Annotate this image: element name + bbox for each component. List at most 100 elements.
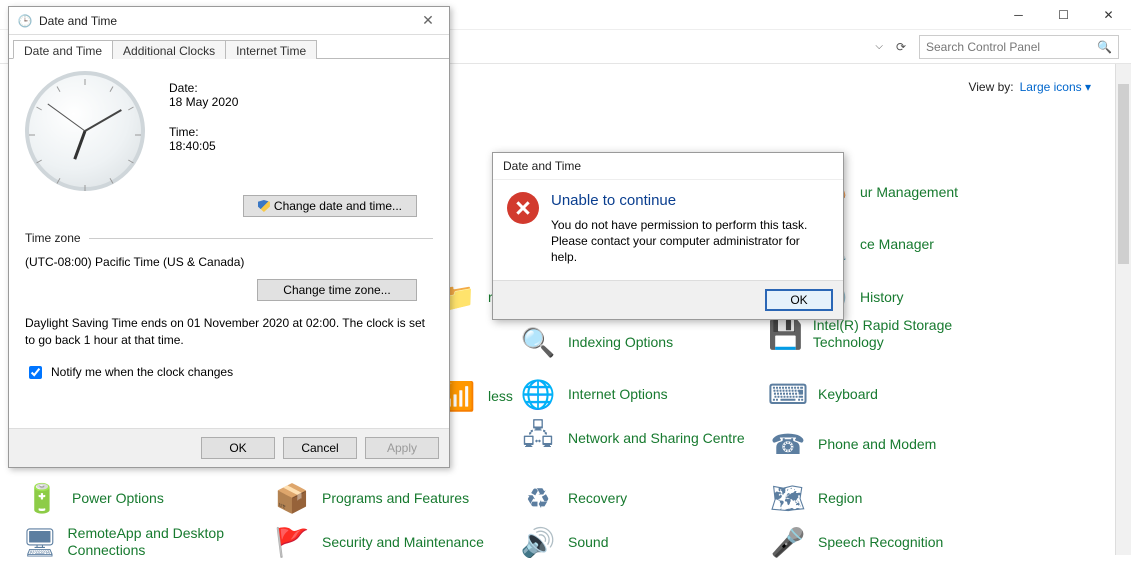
cp-item-label: Recovery bbox=[568, 490, 627, 507]
err-body: Unable to continue You do not have permi… bbox=[493, 180, 843, 280]
err-ok-button[interactable]: OK bbox=[765, 289, 833, 311]
cp-item-icon: 🔊 bbox=[518, 522, 558, 562]
cp-item[interactable]: 🎨ur Management bbox=[810, 172, 1040, 212]
cp-item-icon: 🔋 bbox=[22, 478, 62, 518]
cp-item[interactable]: ☎ Phone and Modem bbox=[768, 424, 998, 464]
error-icon bbox=[507, 192, 539, 224]
cp-item-label: Power Options bbox=[72, 490, 164, 507]
dt-ok-button[interactable]: OK bbox=[201, 437, 275, 459]
notify-checkbox[interactable] bbox=[29, 366, 42, 379]
dt-info: Date: 18 May 2020 Time: 18:40:05 bbox=[169, 71, 238, 191]
time-value: 18:40:05 bbox=[169, 139, 238, 153]
cp-item[interactable]: 💾 Intel(R) Rapid Storage Technology bbox=[768, 314, 998, 354]
cp-item-label: Indexing Options bbox=[568, 334, 673, 351]
cp-item[interactable]: 🔍 Indexing Options bbox=[518, 322, 748, 362]
err-footer: OK bbox=[493, 280, 843, 319]
date-time-dialog: 🕒 Date and Time ✕ Date and Time Addition… bbox=[8, 6, 450, 468]
maximize-button[interactable]: ☐ bbox=[1041, 0, 1086, 29]
dt-apply-button: Apply bbox=[365, 437, 439, 459]
err-line1: You do not have permission to perform th… bbox=[551, 217, 829, 233]
cp-item-label: Intel(R) Rapid Storage Technology bbox=[813, 317, 998, 351]
tab-internet-time[interactable]: Internet Time bbox=[225, 40, 317, 59]
cp-item-label: Keyboard bbox=[818, 386, 878, 403]
cp-item[interactable]: 🌐 Internet Options bbox=[518, 374, 748, 414]
notify-checkbox-row[interactable]: Notify me when the clock changes bbox=[25, 363, 433, 382]
date-value: 18 May 2020 bbox=[169, 95, 238, 109]
minimize-button[interactable]: ─ bbox=[996, 0, 1041, 29]
cp-item-label: ce Manager bbox=[860, 236, 934, 253]
cp-item[interactable]: ⌨ Keyboard bbox=[768, 374, 998, 414]
search-icon: 🔍 bbox=[1097, 40, 1112, 54]
cp-item[interactable]: 💻ce Manager bbox=[810, 224, 1040, 264]
view-by-dropdown[interactable]: Large icons ▾ bbox=[1020, 80, 1091, 94]
cp-item-icon: 🔍 bbox=[518, 322, 558, 362]
cp-item-icon: 📦 bbox=[272, 478, 312, 518]
date-label: Date: bbox=[169, 81, 238, 95]
cp-item[interactable]: 🚩 Security and Maintenance bbox=[272, 522, 502, 562]
cp-item[interactable]: ♻ Recovery bbox=[518, 478, 748, 518]
change-date-time-label: Change date and time... bbox=[274, 199, 402, 213]
cp-item-label: less bbox=[488, 388, 513, 405]
cp-item[interactable]: 🖧 Network and Sharing Centre bbox=[518, 418, 748, 458]
refresh-icon[interactable]: ⟳ bbox=[891, 40, 911, 54]
cp-item[interactable]: 🔋 Power Options bbox=[22, 478, 252, 518]
vertical-scrollbar[interactable] bbox=[1115, 64, 1131, 555]
cp-item-label: ur Management bbox=[860, 184, 958, 201]
dt-footer: OK Cancel Apply bbox=[9, 428, 449, 467]
cp-item-label: RemoteApp and Desktop Connections bbox=[68, 525, 252, 559]
error-dialog: Date and Time Unable to continue You do … bbox=[492, 152, 844, 320]
change-date-time-button[interactable]: Change date and time... bbox=[243, 195, 417, 217]
analog-clock bbox=[25, 71, 145, 191]
date-time-icon: 🕒 bbox=[17, 13, 33, 29]
timezone-heading: Time zone bbox=[25, 231, 433, 245]
err-message: Unable to continue You do not have permi… bbox=[551, 192, 829, 266]
cp-item-label: Internet Options bbox=[568, 386, 668, 403]
cp-item-label: Region bbox=[818, 490, 862, 507]
cp-item-icon: 🚩 bbox=[272, 522, 312, 562]
tab-date-and-time[interactable]: Date and Time bbox=[13, 40, 113, 59]
search-input[interactable]: Search Control Panel 🔍 bbox=[919, 35, 1119, 59]
err-line2: Please contact your computer administrat… bbox=[551, 233, 829, 265]
dst-text: Daylight Saving Time ends on 01 November… bbox=[25, 315, 433, 349]
cp-item-icon: 🖧 bbox=[518, 418, 558, 458]
cp-item-icon: ♻ bbox=[518, 478, 558, 518]
change-timezone-button[interactable]: Change time zone... bbox=[257, 279, 417, 301]
notify-label: Notify me when the clock changes bbox=[51, 365, 233, 379]
cp-item[interactable]: 🔊 Sound bbox=[518, 522, 748, 562]
cp-item-icon: 🗺 bbox=[768, 478, 808, 518]
breadcrumb-dropdown-icon[interactable]: ⌵ bbox=[875, 41, 883, 52]
cp-item-label: Speech Recognition bbox=[818, 534, 943, 551]
cp-item-label: Phone and Modem bbox=[818, 436, 936, 453]
cp-item-icon: ⌨ bbox=[768, 374, 808, 414]
time-label: Time: bbox=[169, 125, 238, 139]
view-by-label: View by: bbox=[968, 80, 1013, 94]
tab-additional-clocks[interactable]: Additional Clocks bbox=[112, 40, 226, 59]
dt-tabstrip: Date and Time Additional Clocks Internet… bbox=[9, 35, 449, 59]
cp-item-label: History bbox=[860, 289, 904, 306]
timezone-label: Time zone bbox=[25, 231, 81, 245]
cp-item[interactable]: 📦Programs and Features bbox=[272, 478, 502, 518]
cp-item-icon: ☎ bbox=[768, 424, 808, 464]
dt-cancel-button[interactable]: Cancel bbox=[283, 437, 357, 459]
cp-item[interactable]: 🕑History bbox=[810, 277, 1040, 317]
cp-item-label: Sound bbox=[568, 534, 608, 551]
err-heading: Unable to continue bbox=[551, 192, 829, 209]
cp-item-icon: 🎤 bbox=[768, 522, 808, 562]
err-title: Date and Time bbox=[493, 153, 843, 180]
cp-item[interactable]: 🗺 Region bbox=[768, 478, 998, 518]
cp-item-label: Network and Sharing Centre bbox=[568, 430, 745, 447]
cp-item-label: Security and Maintenance bbox=[322, 534, 484, 551]
scrollbar-thumb[interactable] bbox=[1118, 84, 1129, 264]
timezone-value: (UTC-08:00) Pacific Time (US & Canada) bbox=[25, 255, 433, 269]
dt-titlebar: 🕒 Date and Time ✕ bbox=[9, 7, 449, 35]
close-button[interactable]: ✕ bbox=[1086, 0, 1131, 29]
cp-item-icon: 💾 bbox=[768, 314, 803, 354]
dt-close-button[interactable]: ✕ bbox=[415, 12, 441, 29]
dt-title-text: Date and Time bbox=[39, 14, 415, 28]
cp-item[interactable]: 🎤 Speech Recognition bbox=[768, 522, 998, 562]
view-by-value: Large icons bbox=[1020, 80, 1082, 94]
cp-item-icon: 🖥 bbox=[22, 522, 58, 562]
cp-item-icon: 🌐 bbox=[518, 374, 558, 414]
search-placeholder: Search Control Panel bbox=[926, 40, 1097, 54]
cp-item[interactable]: 🖥 RemoteApp and Desktop Connections bbox=[22, 522, 252, 562]
